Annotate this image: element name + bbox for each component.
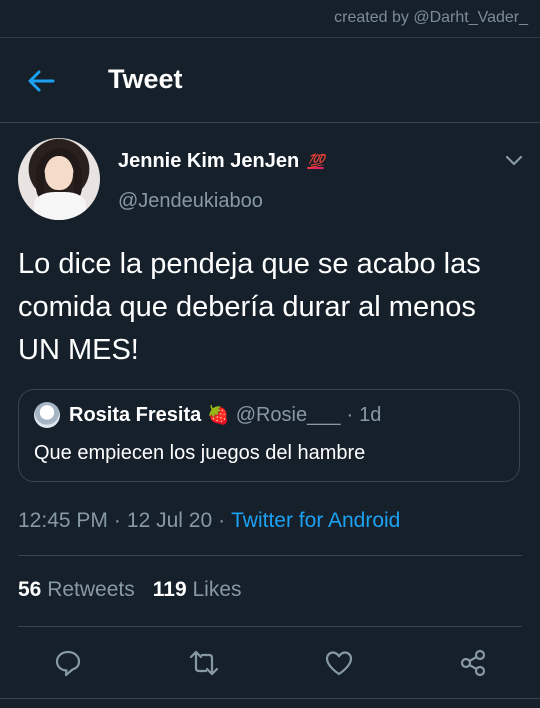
quoted-age: 1d <box>359 404 382 426</box>
author-display-name: Jennie Kim JenJen <box>118 150 300 172</box>
hundred-points-emoji: 💯 <box>307 153 324 169</box>
more-options-button[interactable] <box>501 150 527 172</box>
quoted-display-name: Rosita Fresita <box>69 404 202 426</box>
author-name[interactable]: Jennie Kim JenJen 💯 <box>118 150 325 173</box>
author-handle[interactable]: @Jendeukiaboo <box>118 190 263 213</box>
tweet-text: Lo dice la pendeja que se acabo las comi… <box>18 248 481 366</box>
retweet-icon <box>189 650 219 676</box>
quoted-text: Que empiecen los juegos del hambre <box>34 442 366 464</box>
avatar-face <box>45 156 73 190</box>
tweet-date: 12 Jul 20 <box>126 509 213 532</box>
likes-count: 119 <box>152 578 187 601</box>
watermark-text: created by @Darht_Vader_ <box>334 9 528 26</box>
retweets-stat[interactable]: 56 Retweets <box>18 578 135 602</box>
arrow-left-icon <box>28 70 55 92</box>
reply-button[interactable] <box>51 646 85 680</box>
app-bar: Tweet <box>0 38 540 123</box>
meta-separator: · <box>218 509 226 532</box>
reply-icon <box>55 650 81 677</box>
quoted-tweet-card[interactable]: Rosita Fresita 🍓 @Rosie___ · 1d Que empi… <box>18 389 520 482</box>
quoted-handle: @Rosie___ <box>235 404 341 426</box>
tweet-time: 12:45 PM <box>18 509 108 532</box>
retweet-button[interactable] <box>187 646 221 680</box>
tweet-source-link[interactable]: Twitter for Android <box>231 509 400 532</box>
watermark-bar: created by @Darht_Vader_ <box>0 0 540 38</box>
divider <box>18 555 522 556</box>
avatar-body <box>34 192 86 220</box>
likes-stat[interactable]: 119 Likes <box>153 578 242 602</box>
likes-label: Likes <box>192 578 242 601</box>
share-button[interactable] <box>456 646 490 680</box>
strawberry-emoji: 🍓 <box>207 405 230 425</box>
tweet-meta: 12:45 PM · 12 Jul 20 · Twitter for Android <box>18 509 400 533</box>
author-avatar[interactable] <box>18 138 100 220</box>
like-button[interactable] <box>322 646 356 680</box>
retweets-count: 56 <box>18 578 42 601</box>
action-bar <box>0 640 540 684</box>
quoted-separator: · <box>346 404 354 426</box>
share-icon <box>460 649 486 677</box>
meta-separator: · <box>113 509 121 532</box>
heart-icon <box>325 651 353 676</box>
page-title: Tweet <box>108 64 183 94</box>
bottom-divider <box>0 698 540 699</box>
back-button[interactable] <box>24 64 58 98</box>
tweet-stats: 56 Retweets 119 Likes <box>18 578 242 602</box>
chevron-down-icon <box>505 155 523 166</box>
divider <box>18 626 522 627</box>
quoted-tweet-header: Rosita Fresita 🍓 @Rosie___ · 1d <box>69 404 381 427</box>
retweets-label: Retweets <box>47 578 135 601</box>
quoted-avatar <box>34 402 60 428</box>
